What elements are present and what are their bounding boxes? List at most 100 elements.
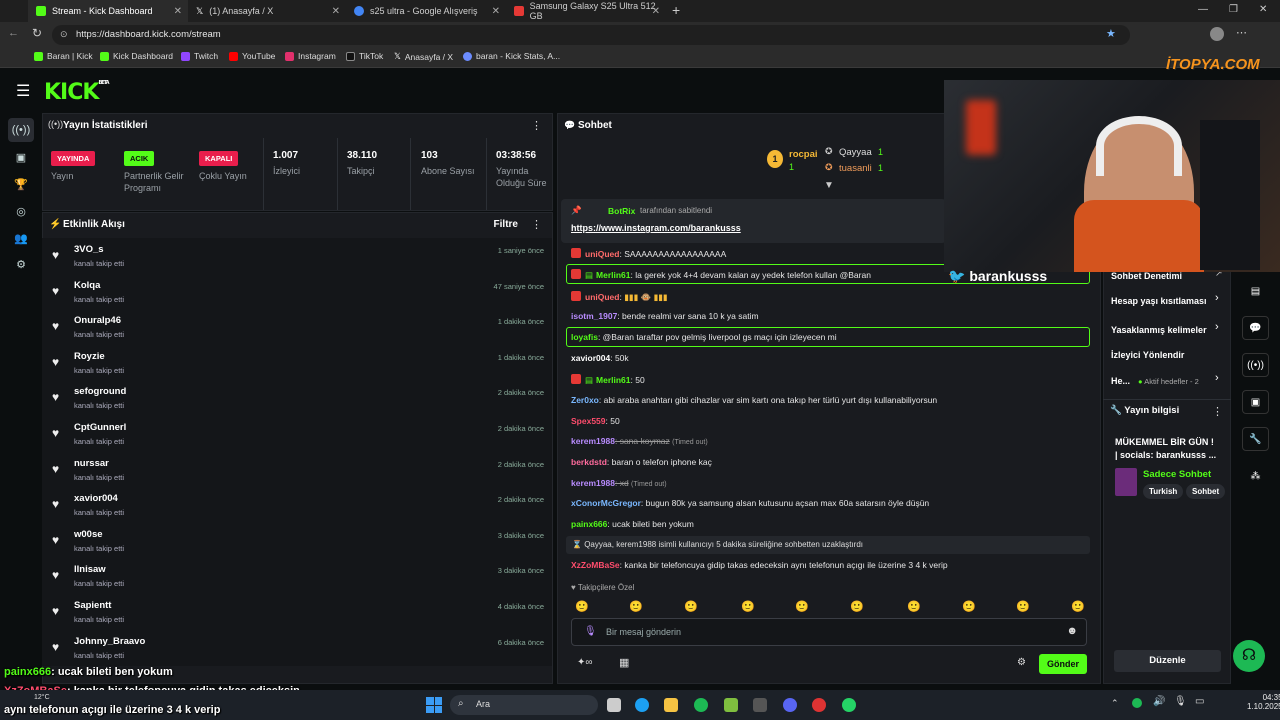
stream-icon[interactable]: ((•)) [8, 118, 34, 142]
pinned-link[interactable]: https://www.instagram.com/barankusss [571, 223, 741, 233]
event-username[interactable]: CptGunnerl [74, 422, 126, 433]
bookmark-youtube[interactable]: YouTube [229, 51, 275, 61]
weather-widget[interactable]: 12°C [34, 694, 50, 701]
account-age-item[interactable]: Hesap yaşı kısıtlaması [1111, 296, 1207, 306]
taskbar-search[interactable]: ⌕ Ara [450, 695, 598, 715]
send-button[interactable]: Gönder [1039, 654, 1087, 674]
chat-username[interactable]: xavior004 [571, 353, 610, 363]
clock[interactable]: 04:351.10.2025 [1247, 693, 1280, 711]
chat-username[interactable]: berkdstd [571, 457, 607, 467]
emote-icon[interactable]: 🙂 [1016, 600, 1030, 613]
favorite-star-icon[interactable]: ★ [1106, 27, 1116, 40]
mic-icon[interactable]: 🎙 [1174, 696, 1187, 707]
close-icon[interactable]: ✕ [174, 6, 182, 17]
event-username[interactable]: 3VO_s [74, 244, 104, 255]
chat-username[interactable]: Merlin61 [596, 375, 631, 385]
emote-icon[interactable]: 🙂 [1071, 600, 1085, 613]
close-icon[interactable]: ✕ [492, 6, 500, 17]
wrench-icon[interactable]: 🔧 [1242, 427, 1269, 451]
task-view-icon[interactable] [607, 698, 621, 712]
emote-icon[interactable]: 🙂 [741, 600, 755, 613]
minimize-icon[interactable]: — [1198, 4, 1208, 15]
chat-username[interactable]: Merlin61 [596, 270, 631, 280]
chat-username[interactable]: Zer0xo [571, 395, 599, 405]
reload-icon[interactable]: ↻ [32, 26, 42, 40]
banned-words-item[interactable]: Yasaklanmış kelimeler [1111, 325, 1207, 335]
volume-icon[interactable]: 🔊 [1153, 696, 1165, 707]
tag-sohbet[interactable]: Sohbet [1186, 484, 1226, 499]
event-username[interactable]: Royzie [74, 351, 105, 362]
bookmark-twitch[interactable]: Twitch [181, 51, 218, 61]
tray-app-icon[interactable] [1132, 698, 1142, 708]
chat-username[interactable]: xConorMcGregor [571, 498, 641, 508]
more-options-icon[interactable]: ⋮ [531, 218, 542, 231]
event-username[interactable]: llnisaw [74, 564, 106, 575]
emote-icon[interactable]: 🙂 [795, 600, 809, 613]
viewer-redirect-item[interactable]: İzleyici Yönlendir [1111, 350, 1184, 360]
emoji-icon[interactable]: ☻ [1066, 625, 1078, 637]
chat-input[interactable]: 🎙 Bir mesaj gönderin ☻ [571, 618, 1087, 646]
chat-username[interactable]: uniQued [585, 249, 619, 259]
event-username[interactable]: Johnny_Braavo [74, 636, 145, 647]
close-icon[interactable]: ✕ [332, 6, 340, 17]
chat-icon[interactable]: 💬 [1242, 316, 1269, 340]
users-icon[interactable]: 👥 [8, 226, 34, 250]
network-icon[interactable]: ▭ [1195, 696, 1204, 707]
bookmark-instagram[interactable]: Instagram [285, 51, 336, 61]
back-icon[interactable]: ← [8, 27, 19, 39]
camera-icon[interactable]: ◎ [8, 199, 34, 223]
discord-icon[interactable] [783, 698, 797, 712]
spotify-icon[interactable] [694, 698, 708, 712]
tray-chevron-icon[interactable]: ⌃ [1111, 698, 1119, 709]
bookmark-kick-stats[interactable]: baran - Kick Stats, A... [463, 51, 560, 61]
event-username[interactable]: xavior004 [74, 493, 118, 504]
edit-button[interactable]: Düzenle [1114, 650, 1221, 672]
kick-logo[interactable]: KICKBETA [44, 80, 110, 105]
url-field[interactable]: https://dashboard.kick.com/stream [52, 25, 1130, 45]
expand-icon[interactable]: ▼ [824, 180, 834, 191]
chat-username[interactable]: uniQued [585, 292, 619, 302]
chat-username[interactable]: loyafis [571, 332, 598, 342]
tag-turkish[interactable]: Turkish [1143, 484, 1184, 499]
close-icon[interactable]: ✕ [652, 6, 660, 17]
tab-kick-dashboard[interactable]: Stream - Kick Dashboard ✕ [28, 0, 188, 22]
chat-settings-icon[interactable]: ⚙ [1017, 657, 1026, 668]
chat-username[interactable]: kerem1988 [571, 436, 615, 446]
tab-google-shopping[interactable]: s25 ultra - Google Alışveriş ✕ [346, 0, 506, 22]
broadcast-icon[interactable]: ((•)) [1242, 353, 1269, 377]
goals-item[interactable]: He... [1111, 376, 1130, 386]
profile-avatar[interactable] [1210, 27, 1224, 41]
window-close-icon[interactable]: ✕ [1259, 4, 1267, 15]
menu-icon[interactable]: ☰ [16, 81, 30, 101]
settings-icon[interactable]: ⚙ [8, 252, 34, 276]
bookmark-tiktok[interactable]: TikTok [346, 51, 383, 61]
tab-samsung[interactable]: Samsung Galaxy S25 Ultra 512 GB ✕ [506, 0, 666, 22]
whatsapp-icon[interactable] [842, 698, 856, 712]
emote-icon[interactable]: 🙂 [850, 600, 864, 613]
bookmark-kick-dashboard[interactable]: Kick Dashboard [100, 51, 173, 61]
app-icon[interactable] [724, 698, 738, 712]
layout-icon[interactable]: ▣ [1242, 390, 1269, 414]
emote-icon[interactable]: 🙂 [962, 600, 976, 613]
emote-icon[interactable]: 🙂 [629, 600, 643, 613]
emote-icon[interactable]: 🙂 [684, 600, 698, 613]
more-icon[interactable]: ⋯ [1236, 26, 1247, 39]
folder-icon[interactable] [664, 698, 678, 712]
chat-username[interactable]: painx666 [571, 519, 607, 529]
chat-username[interactable]: kerem1988 [571, 478, 615, 488]
mic-icon[interactable]: 🎙 [584, 626, 597, 637]
chat-username[interactable]: Spex559 [571, 416, 606, 426]
windows-start-icon[interactable] [426, 697, 442, 713]
chat-username[interactable]: isotm_1907 [571, 311, 617, 321]
bookmark-baran-kick[interactable]: Baran | Kick [34, 51, 93, 61]
points-icon[interactable]: ✦∞ [577, 657, 593, 668]
category-name[interactable]: Sadece Sohbet [1143, 469, 1211, 480]
emote-icon[interactable]: 🙂 [907, 600, 921, 613]
event-username[interactable]: nurssar [74, 458, 109, 469]
bookmark-x[interactable]: 𝕏 Anasayfa / X [394, 51, 453, 62]
event-username[interactable]: sefoground [74, 386, 126, 397]
support-button[interactable]: ☊ [1233, 640, 1265, 672]
notes-icon[interactable]: ▤ [1242, 279, 1269, 303]
apps-icon[interactable]: ⁂ [1242, 464, 1269, 488]
tab-x[interactable]: 𝕏 (1) Anasayfa / X ✕ [188, 0, 346, 22]
